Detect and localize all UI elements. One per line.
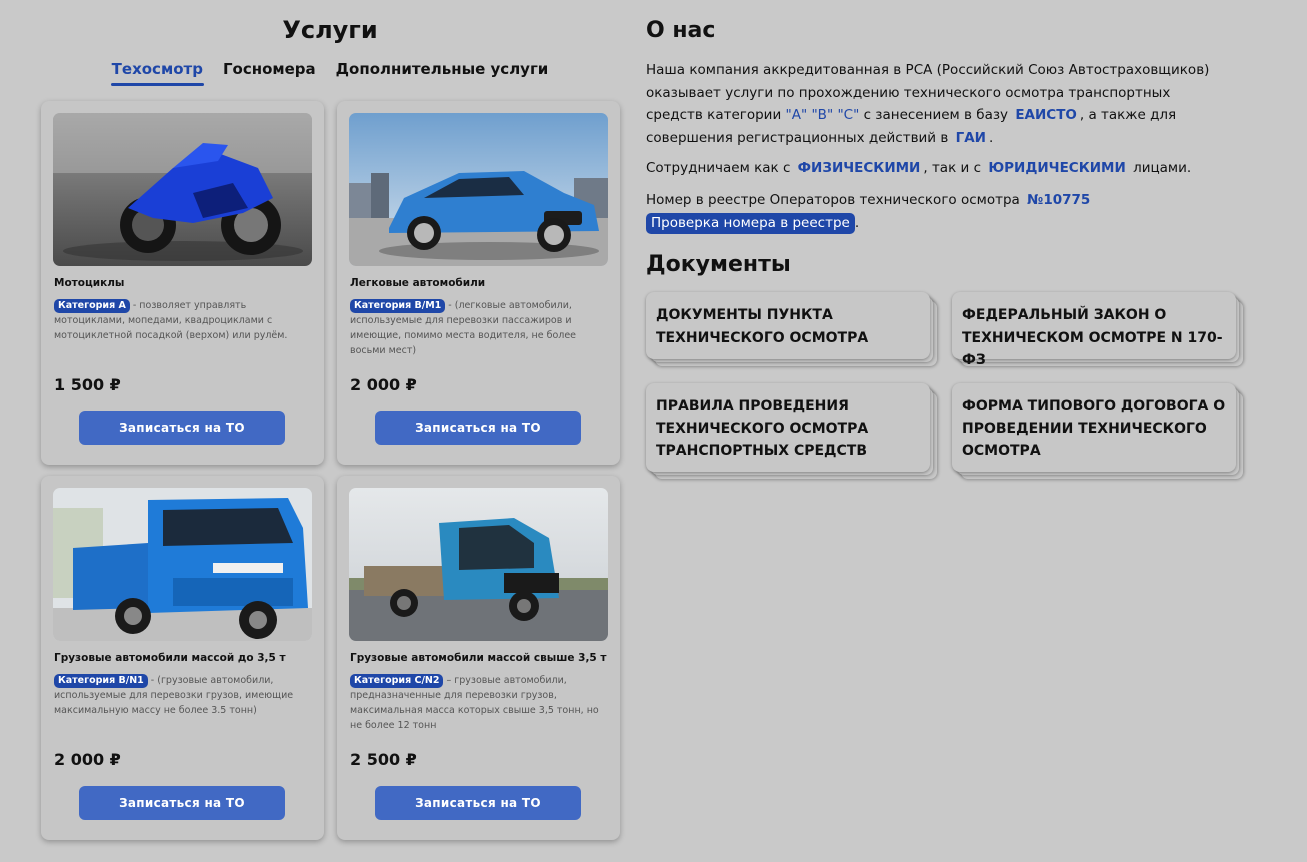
- car-photo: [349, 113, 608, 266]
- service-card-heavy-trucks: Грузовые автомобили массой свыше 3,5 т К…: [337, 476, 620, 840]
- card-price: 1 500 ₽: [54, 375, 121, 394]
- card-title: Грузовые автомобили массой до 3,5 т: [54, 652, 286, 664]
- service-card-light-trucks: Грузовые автомобили массой до 3,5 т Кате…: [41, 476, 324, 840]
- vehicle-categories: "A" "B" "C": [785, 107, 860, 123]
- about-text: .: [988, 129, 994, 146]
- light-truck-photo: [53, 488, 312, 641]
- document-federal-law[interactable]: ФЕДЕРАЛЬНЫЙ ЗАКОН О ТЕХНИЧЕСКОМ ОСМОТРЕ …: [952, 292, 1236, 368]
- card-description: Категория B/N1 - (грузовые автомобили, и…: [54, 673, 312, 718]
- about-text: с занесением в базу: [859, 107, 1013, 123]
- gai-link[interactable]: ГАИ: [953, 130, 989, 146]
- card-description: Категория A - позволяет управлять мотоци…: [54, 298, 312, 343]
- book-inspection-button[interactable]: Записаться на ТО: [375, 786, 581, 820]
- category-badge: Категория B/N1: [54, 674, 148, 688]
- about-text: лицами.: [1128, 160, 1192, 176]
- card-price: 2 000 ₽: [54, 750, 121, 769]
- tab-additional-services[interactable]: Дополнительные услуги: [335, 60, 550, 83]
- category-badge: Категория C/N2: [350, 674, 444, 688]
- motorcycle-photo: [53, 113, 312, 266]
- documents-title: Документы: [646, 252, 791, 277]
- check-registry-button[interactable]: Проверка номера в реестре: [646, 212, 855, 234]
- about-text: Сотрудничаем как с: [646, 160, 795, 176]
- category-badge: Категория B/M1: [350, 299, 446, 313]
- book-inspection-button[interactable]: Записаться на ТО: [79, 786, 285, 820]
- document-inspection-point[interactable]: ДОКУМЕНТЫ ПУНКТА ТЕХНИЧЕСКОГО ОСМОТРА: [646, 292, 930, 359]
- document-contract-form[interactable]: ФОРМА ТИПОВОГО ДОГОВОГА О ПРОВЕДЕНИИ ТЕХ…: [952, 383, 1236, 472]
- about-paragraph-registry: Номер в реестре Операторов технического …: [646, 189, 1226, 234]
- category-badge: Категория A: [54, 299, 130, 313]
- services-tabs: Техосмотр Госномера Дополнительные услуг…: [41, 60, 619, 86]
- service-card-cars: Легковые автомобили Категория B/M1 - (ле…: [337, 101, 620, 465]
- legal-entities-link[interactable]: ЮРИДИЧЕСКИМИ: [985, 160, 1128, 176]
- about-text: .: [854, 214, 860, 231]
- tab-license-plates[interactable]: Госномера: [222, 60, 317, 83]
- card-price: 2 500 ₽: [350, 750, 417, 769]
- card-title: Грузовые автомобили массой свыше 3,5 т: [350, 652, 607, 664]
- card-title: Легковые автомобили: [350, 277, 486, 289]
- about-paragraph-accreditation: Наша компания аккредитованная в РСА (Рос…: [646, 59, 1226, 149]
- about-paragraph-clients: Сотрудничаем как с ФИЗИЧЕСКИМИ, так и с …: [646, 157, 1226, 180]
- card-title: Мотоциклы: [54, 277, 125, 289]
- about-title: О нас: [646, 18, 716, 43]
- about-text: Номер в реестре Операторов технического …: [646, 192, 1025, 208]
- book-inspection-button[interactable]: Записаться на ТО: [79, 411, 285, 445]
- card-description: Категория B/M1 - (легковые автомобили, и…: [350, 298, 608, 358]
- tab-inspection[interactable]: Техосмотр: [110, 60, 205, 86]
- card-price: 2 000 ₽: [350, 375, 417, 394]
- about-text: , так и с: [923, 160, 986, 176]
- service-card-motorcycles: Мотоциклы Категория A - позволяет управл…: [41, 101, 324, 465]
- document-inspection-rules[interactable]: ПРАВИЛА ПРОВЕДЕНИЯ ТЕХНИЧЕСКОГО ОСМОТРА …: [646, 383, 930, 472]
- eaisto-link[interactable]: ЕАИСТО: [1012, 107, 1080, 123]
- individuals-link[interactable]: ФИЗИЧЕСКИМИ: [795, 160, 924, 176]
- services-title: Услуги: [282, 16, 378, 44]
- registry-number: №10775: [1027, 192, 1091, 208]
- card-description: Категория C/N2 – грузовые автомобили, пр…: [350, 673, 608, 733]
- heavy-truck-photo: [349, 488, 608, 641]
- book-inspection-button[interactable]: Записаться на ТО: [375, 411, 581, 445]
